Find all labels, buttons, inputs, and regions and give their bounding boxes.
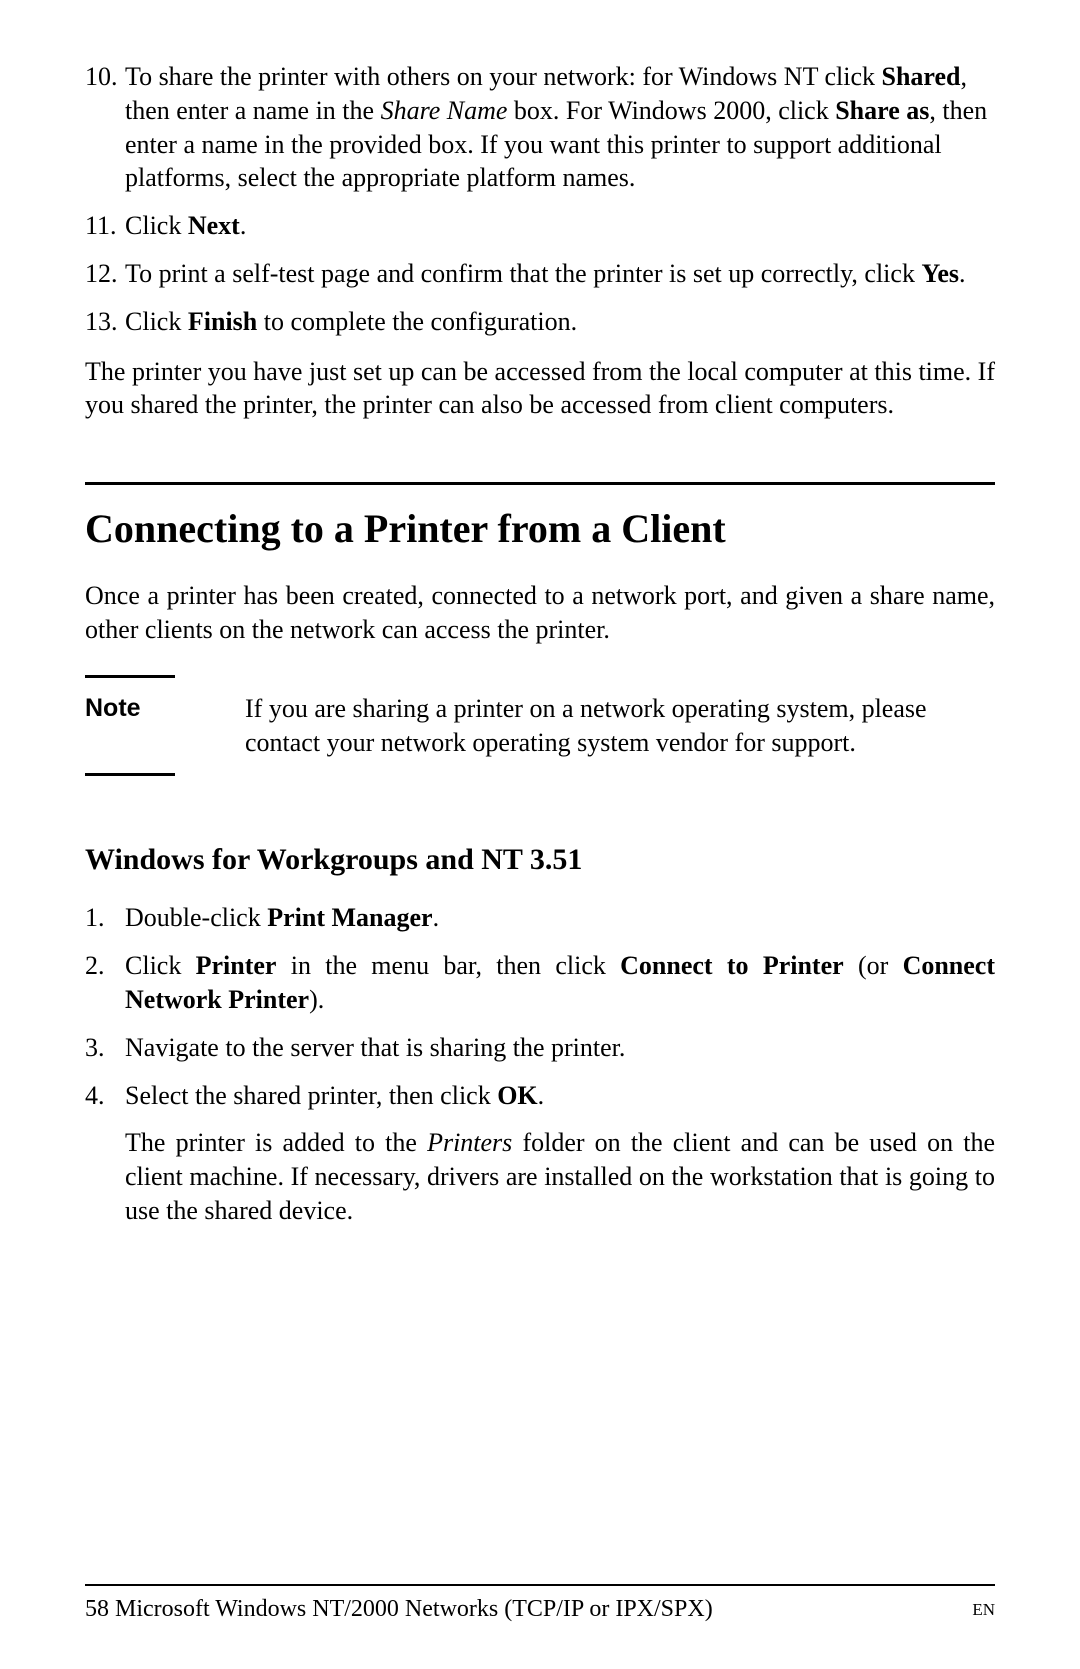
note-block: Note If you are sharing a printer on a n… [85, 675, 995, 777]
step-11: Click Next. [85, 209, 995, 243]
note-rule-bottom [85, 773, 175, 776]
paragraph-access: The printer you have just set up can be … [85, 355, 995, 423]
footer-lang: EN [972, 1594, 995, 1625]
step2-1: Double-click Print Manager. [85, 901, 995, 935]
step2-2: Click Printer in the menu bar, then clic… [85, 949, 995, 1017]
numbered-steps-workgroups: Double-click Print Manager. Click Printe… [85, 901, 995, 1112]
step2-4: Select the shared printer, then click OK… [85, 1079, 995, 1113]
note-text: If you are sharing a printer on a networ… [245, 692, 995, 760]
note-rule-top [85, 675, 175, 678]
footer-rule [85, 1584, 995, 1586]
step-10: To share the printer with others on your… [85, 60, 995, 195]
page-number: 58 [85, 1596, 109, 1622]
heading-workgroups: Windows for Workgroups and NT 3.51 [85, 840, 995, 879]
footer-left: 58 Microsoft Windows NT/2000 Networks (T… [85, 1594, 972, 1625]
chapter-title: Microsoft Windows NT/2000 Networks (TCP/… [109, 1596, 713, 1622]
section-divider [85, 482, 995, 485]
paragraph-after-steps: The printer is added to the Printers fol… [85, 1126, 995, 1227]
note-label: Note [85, 692, 245, 760]
page-footer: 58 Microsoft Windows NT/2000 Networks (T… [85, 1584, 995, 1625]
heading-connecting: Connecting to a Printer from a Client [85, 503, 995, 555]
step2-3: Navigate to the server that is sharing t… [85, 1031, 995, 1065]
step-13: Click Finish to complete the configurati… [85, 305, 995, 339]
numbered-steps-continued: To share the printer with others on your… [85, 60, 995, 339]
paragraph-intro: Once a printer has been created, connect… [85, 579, 995, 647]
step-12: To print a self-test page and confirm th… [85, 257, 995, 291]
